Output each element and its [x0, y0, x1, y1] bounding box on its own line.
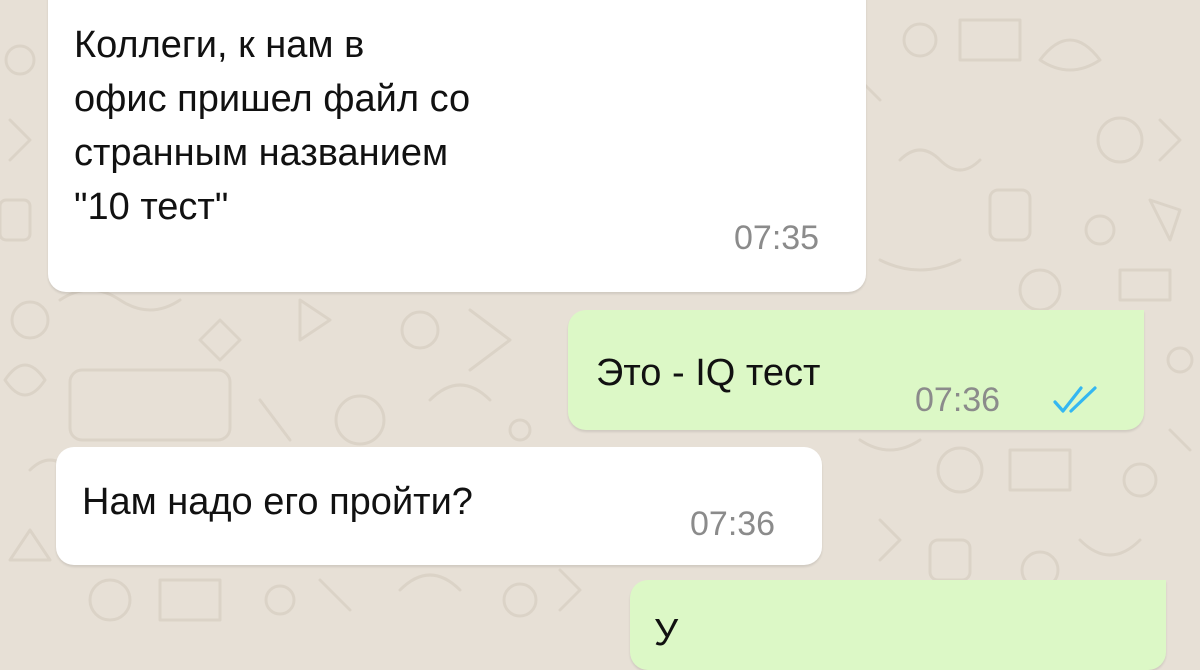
- outgoing-message-bubble[interactable]: У: [630, 580, 1166, 670]
- incoming-message-bubble[interactable]: Коллеги, к нам в офис пришел файл со стр…: [48, 0, 866, 292]
- message-text: Нам надо его пройти?: [82, 481, 473, 523]
- double-check-read-icon: [1053, 386, 1097, 413]
- message-text: У: [654, 612, 679, 654]
- message-timestamp: 07:36: [690, 505, 776, 543]
- incoming-message-bubble[interactable]: Нам надо его пройти? 07:36: [56, 447, 822, 565]
- outgoing-message-bubble[interactable]: Это - IQ тест 07:36: [568, 310, 1144, 430]
- message-timestamp: 07:35: [734, 219, 820, 257]
- chat-message-list[interactable]: Коллеги, к нам в офис пришел файл со стр…: [0, 0, 1200, 670]
- message-text: Это - IQ тест: [596, 352, 821, 394]
- message-text: Коллеги, к нам в офис пришел файл со стр…: [74, 24, 471, 228]
- message-timestamp: 07:36: [915, 381, 1001, 419]
